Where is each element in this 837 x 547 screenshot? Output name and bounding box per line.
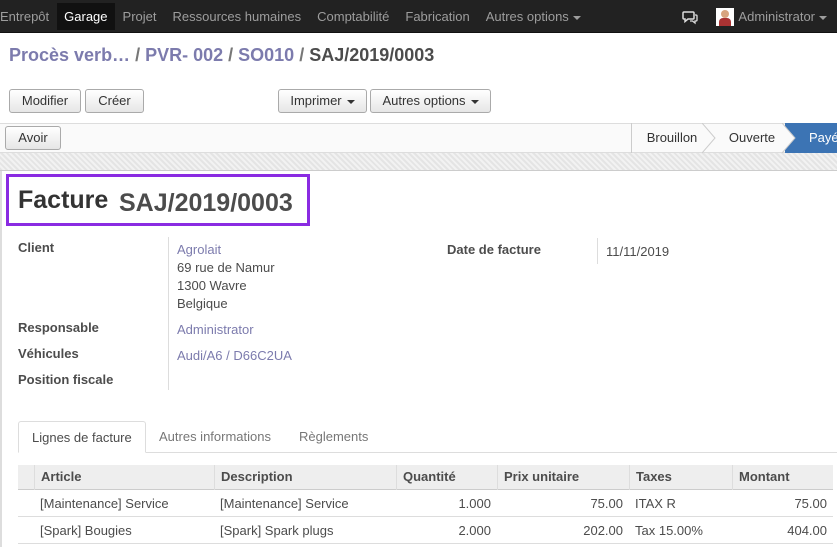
responsible-link[interactable]: Administrator — [177, 322, 254, 337]
field-separator — [597, 238, 598, 264]
menu-item-ressources-humaines[interactable]: Ressources humaines — [165, 0, 310, 33]
chevron-down-icon — [346, 99, 355, 104]
menu-item-comptabilite[interactable]: Comptabilité — [309, 0, 397, 33]
chat-icon[interactable] — [682, 9, 699, 25]
breadcrumb-separator: / — [135, 45, 141, 65]
breadcrumb-item-proces-verbal[interactable]: Procès verb… — [9, 45, 130, 65]
invoice-title-label: Facture — [18, 186, 109, 214]
column-header-quantity[interactable]: Quantité — [396, 465, 498, 490]
column-header-amount[interactable]: Montant — [732, 465, 833, 490]
invoice-date-value: 11/11/2019 — [606, 244, 670, 259]
tab-invoice-lines[interactable]: Lignes de facture — [18, 421, 146, 453]
column-header-unit-price[interactable]: Prix unitaire — [497, 465, 629, 490]
vehicles-label: Véhicules — [18, 346, 79, 361]
stage-arrow — [782, 123, 796, 153]
client-label: Client — [18, 240, 55, 255]
column-header-taxes[interactable]: Taxes — [629, 465, 733, 490]
menu-item-fabrication[interactable]: Fabrication — [397, 0, 477, 33]
user-name: Administrator — [738, 9, 815, 24]
client-link[interactable]: Agrolait — [177, 242, 221, 257]
breadcrumb-current: SAJ/2019/0003 — [309, 45, 435, 65]
field-separator — [168, 237, 169, 390]
stage-draft[interactable]: Brouillon — [632, 123, 712, 153]
menu-item-garage[interactable]: Garage — [57, 3, 115, 30]
more-options-button-label: Autres options — [382, 93, 466, 108]
responsible-label: Responsable — [18, 320, 99, 335]
invoice-date-label: Date de facture — [447, 242, 541, 257]
breadcrumb-separator: / — [299, 45, 305, 65]
menu-item-autres-options[interactable]: Autres options — [478, 0, 589, 33]
table-row[interactable]: [Maintenance] Service [Maintenance] Serv… — [18, 490, 833, 517]
chevron-down-icon — [470, 99, 479, 104]
breadcrumb-separator: / — [228, 45, 234, 65]
sheet-top-strip — [0, 153, 837, 171]
more-options-button[interactable]: Autres options — [370, 89, 491, 113]
cell-amount: 404.00 — [787, 523, 827, 538]
breadcrumb-item-so[interactable]: SO010 — [238, 45, 294, 65]
edit-button[interactable]: Modifier — [9, 89, 81, 113]
sheet-left-border — [0, 171, 2, 547]
column-header-article[interactable]: Article — [34, 465, 215, 490]
avatar[interactable] — [716, 7, 735, 26]
cell-description: [Maintenance] Service — [220, 496, 349, 511]
cell-amount: 75.00 — [794, 496, 827, 511]
top-navbar: Entrepôt Garage Projet Ressources humain… — [0, 0, 837, 33]
cell-unit-price: 75.00 — [590, 496, 623, 511]
menu-item-entrepot[interactable]: Entrepôt — [0, 0, 57, 33]
cell-quantity: 2.000 — [458, 523, 491, 538]
cell-article: [Spark] Bougies — [40, 523, 132, 538]
user-menu[interactable]: Administrator — [738, 9, 827, 24]
tab-other-info[interactable]: Autres informations — [146, 421, 284, 453]
breadcrumb: Procès verb… / PVR- 002/SO010/SAJ/2019/000… — [9, 45, 434, 66]
stage-open[interactable]: Ouverte — [714, 123, 790, 153]
cell-unit-price: 202.00 — [583, 523, 623, 538]
cell-quantity: 1.000 — [458, 496, 491, 511]
fiscal-position-label: Position fiscale — [18, 372, 114, 387]
print-button-label: Imprimer — [290, 93, 342, 108]
client-address-line: 1300 Wavre — [177, 278, 247, 293]
invoice-number: SAJ/2019/0003 — [119, 189, 293, 217]
client-address-line: 69 rue de Namur — [177, 260, 275, 275]
chevron-down-icon — [819, 15, 827, 20]
column-header-description[interactable]: Description — [214, 465, 396, 490]
menu-item-projet[interactable]: Projet — [115, 0, 165, 33]
cell-article: [Maintenance] Service — [40, 496, 169, 511]
create-button[interactable]: Créer — [85, 89, 144, 113]
tab-payments[interactable]: Règlements — [286, 421, 381, 453]
menu-item-autres-options-label: Autres options — [485, 9, 569, 24]
cell-taxes: ITAX R — [635, 496, 676, 511]
user-area: Administrator — [682, 0, 837, 33]
print-button[interactable]: Imprimer — [278, 89, 367, 113]
refund-button[interactable]: Avoir — [5, 126, 61, 150]
client-address-line: Belgique — [177, 296, 228, 311]
chevron-down-icon — [572, 15, 581, 20]
cell-description: [Spark] Spark plugs — [220, 523, 334, 538]
breadcrumb-item-pvr[interactable]: PVR- 002 — [145, 45, 223, 65]
vehicles-link[interactable]: Audi/A6 / D66C2UA — [177, 348, 292, 363]
cell-taxes: Tax 15.00% — [635, 523, 703, 538]
app-menu: Entrepôt Garage Projet Ressources humain… — [0, 0, 589, 33]
table-row[interactable]: [Spark] Bougies [Spark] Spark plugs 2.00… — [18, 517, 833, 544]
